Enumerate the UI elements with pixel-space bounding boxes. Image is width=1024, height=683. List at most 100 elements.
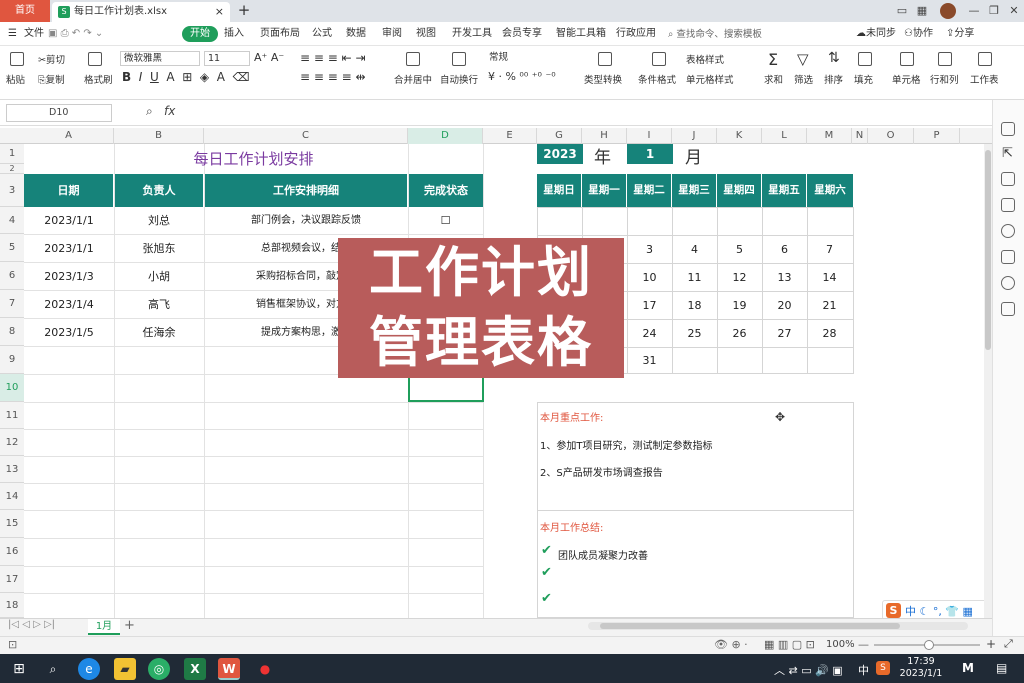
calendar-day[interactable]: 26	[717, 320, 762, 347]
cell-button[interactable]: 单元格	[892, 72, 921, 86]
windows-start-icon[interactable]: ⊞	[8, 658, 30, 680]
column-header[interactable]: B	[114, 128, 204, 144]
vertical-scroll-thumb[interactable]	[985, 150, 991, 350]
sheet-nav-icons[interactable]: |◁ ◁ ▷ ▷|	[8, 619, 55, 630]
row-header[interactable]: 14	[0, 483, 24, 510]
menu-data[interactable]: 数据	[346, 26, 366, 42]
horizontal-scroll-thumb[interactable]	[600, 623, 900, 629]
zoom-out-icon[interactable]: —	[858, 638, 869, 651]
sheet-tab-jan[interactable]: 1月	[88, 619, 120, 635]
table-cell[interactable]: 部门例会，决议跟踪反馈	[204, 207, 408, 234]
calendar-day[interactable]: 5	[717, 236, 762, 263]
wechat-icon[interactable]: ◎	[148, 658, 170, 680]
grid-icon[interactable]: ▦	[914, 3, 930, 19]
conditional-format-icon[interactable]	[652, 52, 666, 69]
sidebar-shape-icon[interactable]	[1001, 172, 1015, 186]
row-header[interactable]: 7	[0, 290, 24, 318]
sidebar-pointer-icon[interactable]: ⇱	[1002, 146, 1013, 161]
type-convert-button[interactable]: 类型转换	[584, 72, 622, 86]
calendar-day[interactable]: 21	[807, 292, 852, 319]
sidebar-settings-icon[interactable]	[1001, 122, 1015, 136]
calendar-day[interactable]: 12	[717, 264, 762, 291]
menu-member[interactable]: 会员专享	[502, 26, 542, 42]
format-painter-button[interactable]: 格式刷	[84, 72, 113, 86]
worksheet-icon[interactable]	[978, 52, 992, 69]
calendar-day[interactable]: 3	[627, 236, 672, 263]
table-cell[interactable]: 2023/1/4	[24, 291, 114, 318]
column-header[interactable]: I	[627, 128, 672, 144]
fill-button[interactable]: 填充	[854, 72, 873, 86]
add-sheet-button[interactable]: +	[124, 618, 135, 633]
row-header[interactable]: 18	[0, 593, 24, 618]
notification-icon[interactable]: ▤	[996, 661, 1007, 675]
row-header[interactable]: 13	[0, 456, 24, 483]
summary-item[interactable]: 团队成员凝聚力改善	[558, 547, 648, 562]
row-header[interactable]: 16	[0, 538, 24, 566]
row-header[interactable]: 3	[0, 174, 24, 207]
calendar-day[interactable]: 24	[627, 320, 672, 347]
row-header[interactable]: 5	[0, 234, 24, 262]
row-header[interactable]: 2	[0, 164, 24, 174]
layout-view-icons[interactable]: ▦ ▥ ▢ ⊡	[764, 638, 815, 651]
row-header[interactable]: 6	[0, 262, 24, 290]
file-explorer-icon[interactable]: ▰	[114, 658, 136, 680]
clock[interactable]: 17:39 2023/1/1	[890, 656, 952, 680]
row-col-icon[interactable]	[938, 52, 952, 69]
close-tab-icon[interactable]: ×	[215, 2, 224, 22]
sidebar-backup-icon[interactable]	[1001, 250, 1015, 264]
table-style-button[interactable]: 表格样式	[686, 52, 724, 66]
calendar-day[interactable]: 13	[762, 264, 807, 291]
table-cell[interactable]: 2023/1/1	[24, 207, 114, 234]
table-cell[interactable]: 张旭东	[114, 235, 204, 262]
close-icon[interactable]: ✕	[1006, 3, 1022, 19]
calendar-day[interactable]: 25	[672, 320, 717, 347]
calendar-day[interactable]: 14	[807, 264, 852, 291]
file-tab[interactable]: S 每日工作计划表.xlsx ×	[52, 2, 230, 22]
expand-icon[interactable]: ⤢	[1004, 637, 1013, 651]
calendar-day[interactable]: 28	[807, 320, 852, 347]
restore-icon[interactable]: ❐	[986, 3, 1002, 19]
menu-review[interactable]: 审阅	[382, 26, 402, 42]
wrap-icon[interactable]	[452, 52, 466, 69]
row-header[interactable]: 10	[0, 374, 24, 402]
row-header[interactable]: 9	[0, 346, 24, 374]
column-header[interactable]: C	[204, 128, 408, 144]
menu-file[interactable]: 文件	[24, 26, 44, 42]
collab-button[interactable]: ⚇协作	[904, 26, 933, 42]
row-header[interactable]: 4	[0, 207, 24, 234]
calendar-month[interactable]: 1	[627, 144, 673, 164]
search-taskbar-icon[interactable]: ⌕	[42, 658, 64, 680]
table-cell[interactable]: 任海余	[114, 319, 204, 346]
row-header[interactable]: 12	[0, 429, 24, 456]
calendar-day[interactable]: 18	[672, 292, 717, 319]
table-cell[interactable]: 小胡	[114, 263, 204, 290]
calendar-day[interactable]: 27	[762, 320, 807, 347]
cell-icon[interactable]	[900, 52, 914, 69]
save-icon[interactable]: ▣ ⎙ ↶ ↷ ⌄	[48, 26, 103, 42]
row-header[interactable]: 8	[0, 318, 24, 346]
filter-icon[interactable]: ▽	[797, 50, 809, 68]
cell-style-button[interactable]: 单元格样式	[686, 72, 734, 86]
text-style-icons[interactable]: B I U A ⊞ ◈ A ⌫	[122, 70, 250, 84]
fx-icon[interactable]: fx	[164, 104, 175, 118]
row-header[interactable]: 17	[0, 566, 24, 593]
column-header[interactable]: M	[807, 128, 852, 144]
excel-icon[interactable]: X	[184, 658, 206, 680]
command-search[interactable]: ⌕ 查找命令、搜索模板	[668, 26, 762, 40]
calendar-day[interactable]: 10	[627, 264, 672, 291]
name-box[interactable]: D10	[6, 104, 112, 122]
table-cell[interactable]: 2023/1/1	[24, 235, 114, 262]
ime-toolbar[interactable]: S 中 ☾ °, 👕 ▦	[882, 600, 990, 620]
wrap-button[interactable]: 自动换行	[440, 72, 478, 86]
paste-button[interactable]: 粘贴	[6, 72, 25, 86]
column-header[interactable]: K	[717, 128, 762, 144]
menu-page-layout[interactable]: 页面布局	[260, 26, 300, 42]
row-header[interactable]: 15	[0, 510, 24, 538]
sort-icon[interactable]: ⇅	[828, 50, 840, 66]
menu-start[interactable]: 开始	[182, 26, 218, 42]
filter-button[interactable]: 筛选	[794, 72, 813, 86]
wps-icon[interactable]: W	[218, 658, 240, 680]
column-header[interactable]: E	[483, 128, 537, 144]
minimize-icon[interactable]: —	[966, 3, 982, 19]
align-icons[interactable]: ≡ ≡ ≡ ⇤ ⇥	[300, 51, 366, 65]
